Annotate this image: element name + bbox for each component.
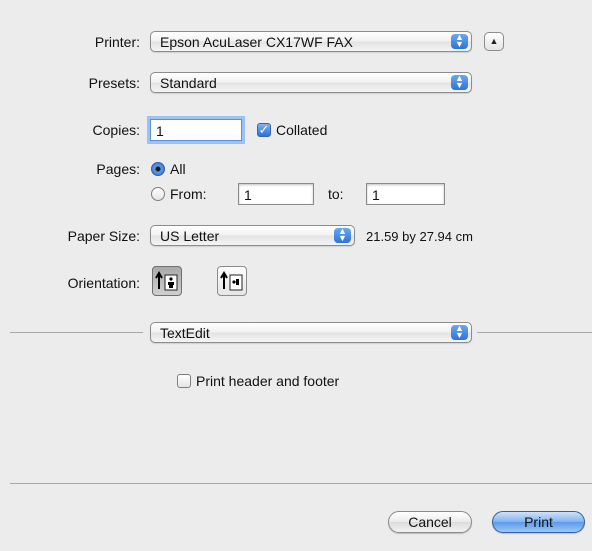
section-popup[interactable]: TextEdit ▲ ▼: [150, 322, 472, 343]
triangle-up-icon[interactable]: ▲: [484, 32, 504, 51]
pages-all-label: All: [170, 161, 186, 177]
landscape-icon: [220, 271, 243, 291]
cancel-button[interactable]: Cancel: [388, 511, 472, 533]
presets-popup[interactable]: Standard ▲ ▼: [150, 72, 472, 93]
paper-size-value: US Letter: [160, 228, 220, 244]
pages-to-field[interactable]: 1: [366, 183, 445, 205]
pages-all-radio[interactable]: [151, 162, 165, 176]
orientation-landscape-button[interactable]: [217, 266, 247, 296]
print-button[interactable]: Print: [492, 511, 585, 533]
section-divider-right: [477, 332, 592, 333]
popup-arrows-icon: ▲ ▼: [451, 324, 468, 340]
pages-from-radio[interactable]: [151, 187, 165, 201]
bottom-divider: [10, 483, 592, 484]
pages-to-label: to:: [328, 186, 344, 202]
popup-arrows-icon: ▲ ▼: [451, 33, 468, 49]
printer-popup[interactable]: Epson AcuLaser CX17WF FAX ▲ ▼: [150, 31, 472, 52]
popup-arrows-icon: ▲ ▼: [334, 227, 351, 243]
collated-label: Collated: [276, 122, 328, 138]
pages-from-field[interactable]: 1: [238, 183, 314, 205]
paper-dimensions: 21.59 by 27.94 cm: [366, 229, 473, 244]
copies-field[interactable]: 1: [150, 119, 242, 141]
popup-arrows-icon: ▲ ▼: [451, 74, 468, 90]
pages-from-label: From:: [170, 186, 207, 202]
printer-label: Printer:: [94, 34, 140, 50]
paper-size-label: Paper Size:: [67, 228, 140, 244]
collated-checkbox[interactable]: ✓: [257, 123, 271, 137]
section-divider-left: [10, 332, 143, 333]
pages-label: Pages:: [96, 161, 140, 177]
paper-size-popup[interactable]: US Letter ▲ ▼: [150, 225, 355, 246]
presets-value: Standard: [160, 75, 217, 91]
copies-label: Copies:: [92, 122, 140, 138]
orientation-label: Orientation:: [67, 275, 140, 291]
section-value: TextEdit: [160, 325, 210, 341]
orientation-portrait-button[interactable]: [152, 266, 182, 296]
print-header-footer-label: Print header and footer: [196, 373, 340, 389]
printer-value: Epson AcuLaser CX17WF FAX: [160, 34, 353, 50]
presets-label: Presets:: [88, 75, 140, 91]
print-header-footer-checkbox[interactable]: [177, 374, 191, 388]
portrait-icon: [155, 271, 178, 291]
